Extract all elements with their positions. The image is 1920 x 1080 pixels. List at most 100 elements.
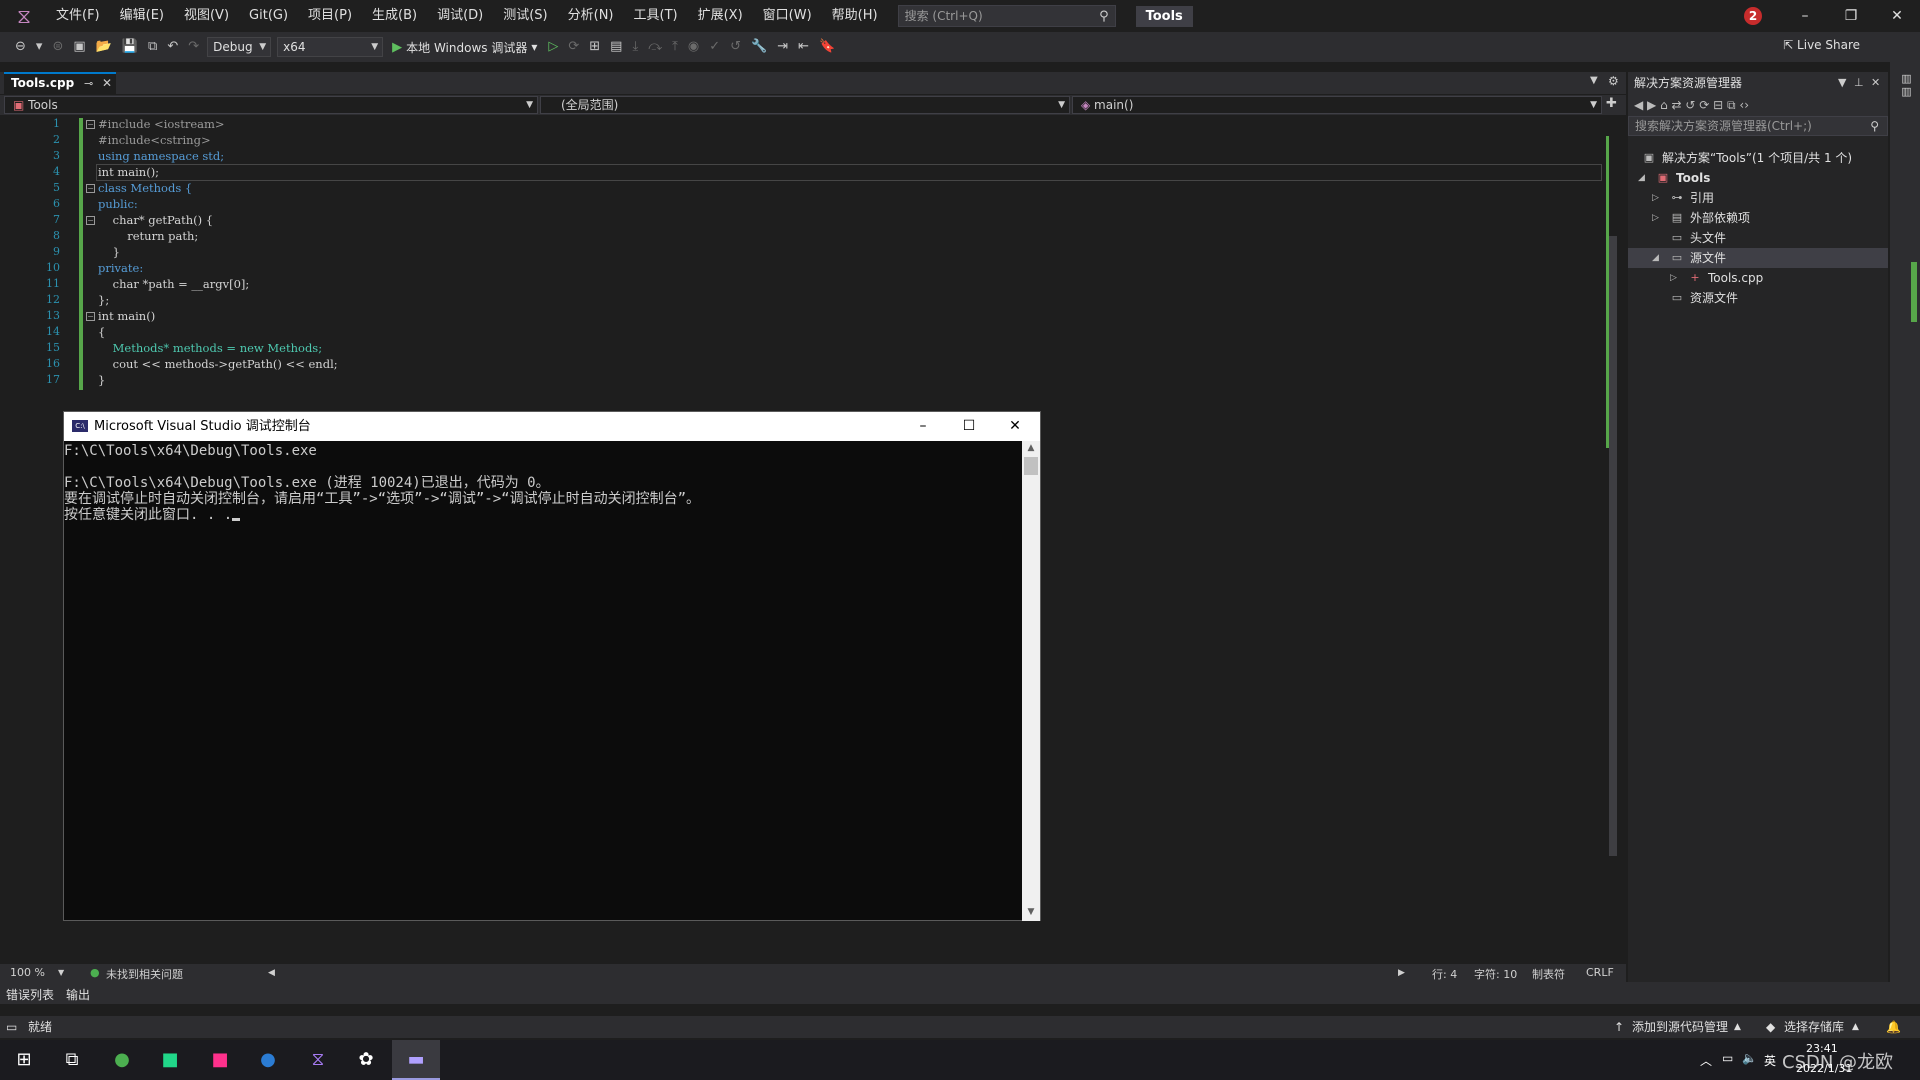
line-indicator[interactable]: 行: 4 [1432, 966, 1457, 982]
menu-help[interactable]: 帮助(H) [822, 0, 888, 32]
menu-test[interactable]: 测试(S) [493, 0, 557, 32]
tree-item-solution[interactable]: ▣ 解决方案“Tools”(1 个项目/共 1 个) [1628, 148, 1888, 168]
ime-indicator[interactable]: 英 [1764, 1052, 1776, 1069]
open-folder-icon[interactable]: 📂 [91, 32, 117, 62]
menu-edit[interactable]: 编辑(E) [110, 0, 174, 32]
jetbrains-icon[interactable]: ■ [196, 1040, 244, 1080]
collapsed-icon[interactable]: ▷ [1652, 188, 1659, 208]
close-tab-icon[interactable]: ✕ [102, 74, 112, 93]
console-title-bar[interactable]: C:\ Microsoft Visual Studio 调试控制台 – ☐ ✕ [64, 412, 1040, 441]
word-icon[interactable]: ● [244, 1040, 292, 1080]
minimize-icon[interactable]: – [900, 412, 946, 441]
restore-icon[interactable]: ❐ [1828, 0, 1874, 32]
collapse-icon[interactable]: − [86, 184, 95, 193]
chevron-up-icon[interactable]: ︿ [1700, 1052, 1712, 1069]
visual-studio-logo-icon[interactable]: ⧖ [10, 5, 38, 27]
scroll-right-icon[interactable]: ▶ [1398, 968, 1405, 978]
select-repo-button[interactable]: 选择存储库 [1784, 1016, 1844, 1038]
chevron-down-icon[interactable]: ▼ [1590, 75, 1598, 86]
tree-item-resource-files[interactable]: ▭ 资源文件 [1628, 288, 1888, 308]
menu-analyze[interactable]: 分析(N) [558, 0, 624, 32]
solution-search-input[interactable]: 搜索解决方案资源管理器(Ctrl+;) ⚲ [1628, 116, 1888, 136]
nav-member-select[interactable]: ◈ main() ▼ [1072, 96, 1602, 114]
forward-icon[interactable]: ⊜ [47, 32, 68, 62]
network-icon[interactable]: ▭ [1722, 1051, 1733, 1065]
nav-project-select[interactable]: ▣ Tools ▼ [4, 96, 538, 114]
console-scrollbar[interactable]: ▲ ▼ [1022, 441, 1040, 921]
breakpoint-icon[interactable]: ◉ [683, 32, 704, 62]
tree-item-references[interactable]: ▷ ⊶ 引用 [1628, 188, 1888, 208]
menu-view[interactable]: 视图(V) [174, 0, 239, 32]
browse-icon[interactable]: ⊞ [584, 32, 605, 62]
tree-item-header-files[interactable]: ▭ 头文件 [1628, 228, 1888, 248]
history-icon[interactable]: ↺ [725, 32, 746, 62]
show-all-icon[interactable]: ⧉ [1727, 98, 1739, 112]
home-icon[interactable]: ⌂ [1660, 98, 1671, 112]
scrollbar-thumb[interactable] [1024, 457, 1038, 475]
column-indicator[interactable]: 字符: 10 [1474, 966, 1517, 982]
tree-item-external-deps[interactable]: ▷ ▤ 外部依赖项 [1628, 208, 1888, 228]
issues-status[interactable]: 未找到相关问题 [106, 966, 183, 982]
visual-studio-icon[interactable]: ⧖ [294, 1040, 342, 1080]
new-project-icon[interactable]: ▣ [68, 32, 90, 62]
expanded-icon[interactable]: ◢ [1638, 168, 1645, 188]
start-debugging-button[interactable]: ▶ 本地 Windows 调试器 ▾ [386, 39, 543, 56]
menu-build[interactable]: 生成(B) [362, 0, 427, 32]
app-icon[interactable]: ✿ [342, 1040, 390, 1080]
tabs-indicator[interactable]: 制表符 [1532, 966, 1565, 982]
tab-output[interactable]: 输出 [66, 986, 90, 1003]
forward-icon[interactable]: ▶ [1647, 98, 1660, 112]
pin-icon[interactable]: ⊸ [84, 74, 93, 93]
back-icon[interactable]: ⊖ [10, 32, 31, 62]
menu-window[interactable]: 窗口(W) [753, 0, 822, 32]
hot-reload-icon[interactable]: ⟳ [563, 32, 584, 62]
task-view-icon[interactable]: ⧉ [48, 1040, 96, 1080]
collapse-icon[interactable]: − [86, 120, 95, 129]
step-over-icon[interactable]: ⤼ [643, 32, 667, 62]
gear-icon[interactable]: ⚙ [1608, 74, 1619, 88]
indent-icon[interactable]: ⇥ [772, 32, 793, 62]
scrollbar-thumb[interactable] [1609, 236, 1617, 856]
wrench-icon[interactable]: 🔧 [746, 32, 772, 62]
notification-badge[interactable]: 2 [1744, 7, 1762, 25]
save-icon[interactable]: 💾 [117, 32, 143, 62]
menu-extensions[interactable]: 扩展(X) [688, 0, 753, 32]
outdent-icon[interactable]: ⇤ [793, 32, 814, 62]
switch-view-icon[interactable]: ⇄ [1672, 98, 1686, 112]
collapsed-icon[interactable]: ▷ [1652, 208, 1659, 228]
close-icon[interactable]: ✕ [992, 412, 1038, 441]
split-editor-icon[interactable]: ✚ [1606, 96, 1617, 111]
maximize-icon[interactable]: ☐ [946, 412, 992, 441]
minimize-icon[interactable]: – [1782, 0, 1828, 32]
side-tab-icon[interactable]: ▥▥ [1896, 72, 1913, 98]
collapse-all-icon[interactable]: ⊟ [1713, 98, 1727, 112]
code-icon[interactable]: ‹› [1739, 98, 1749, 112]
volume-icon[interactable]: 🔈 [1742, 1051, 1757, 1065]
editor-scrollbar[interactable] [1604, 116, 1622, 964]
bookmark-icon[interactable]: 🔖 [814, 32, 840, 62]
zoom-select[interactable]: 100 % [10, 966, 45, 979]
check-icon[interactable]: ✓ [704, 32, 725, 62]
close-icon[interactable]: ✕ [1874, 0, 1920, 32]
chevron-down-icon[interactable]: ▼ [58, 968, 64, 977]
tree-item-tools-cpp[interactable]: ▷ + Tools.cpp [1628, 268, 1888, 288]
add-source-control-button[interactable]: 添加到源代码管理 [1632, 1016, 1728, 1038]
tab-tools-cpp[interactable]: Tools.cpp ⊸ ✕ [4, 72, 116, 94]
chevron-down-icon[interactable]: ▼ [1838, 72, 1846, 94]
redo-icon[interactable]: ↷ [183, 32, 204, 62]
menu-git[interactable]: Git(G) [239, 0, 298, 32]
eol-indicator[interactable]: CRLF [1586, 966, 1614, 979]
windows-start-icon[interactable]: ⊞ [0, 1040, 48, 1080]
live-share-button[interactable]: ⇱ Live Share [1783, 38, 1860, 52]
scroll-left-icon[interactable]: ◀ [268, 968, 275, 978]
config-select[interactable]: Debug ▼ [207, 37, 272, 57]
expanded-icon[interactable]: ◢ [1652, 248, 1659, 268]
tree-item-source-files[interactable]: ◢ ▭ 源文件 [1628, 248, 1888, 268]
chevron-down-icon[interactable]: ▾ [31, 32, 48, 62]
menu-file[interactable]: 文件(F) [46, 0, 110, 32]
pycharm-icon[interactable]: ■ [146, 1040, 194, 1080]
console-taskbar-icon[interactable]: ▬ [392, 1040, 440, 1080]
platform-select[interactable]: x64 ▼ [277, 37, 384, 57]
chevron-up-icon[interactable]: ▲ [1734, 1016, 1741, 1038]
chevron-down-icon[interactable]: ▾ [531, 40, 537, 54]
